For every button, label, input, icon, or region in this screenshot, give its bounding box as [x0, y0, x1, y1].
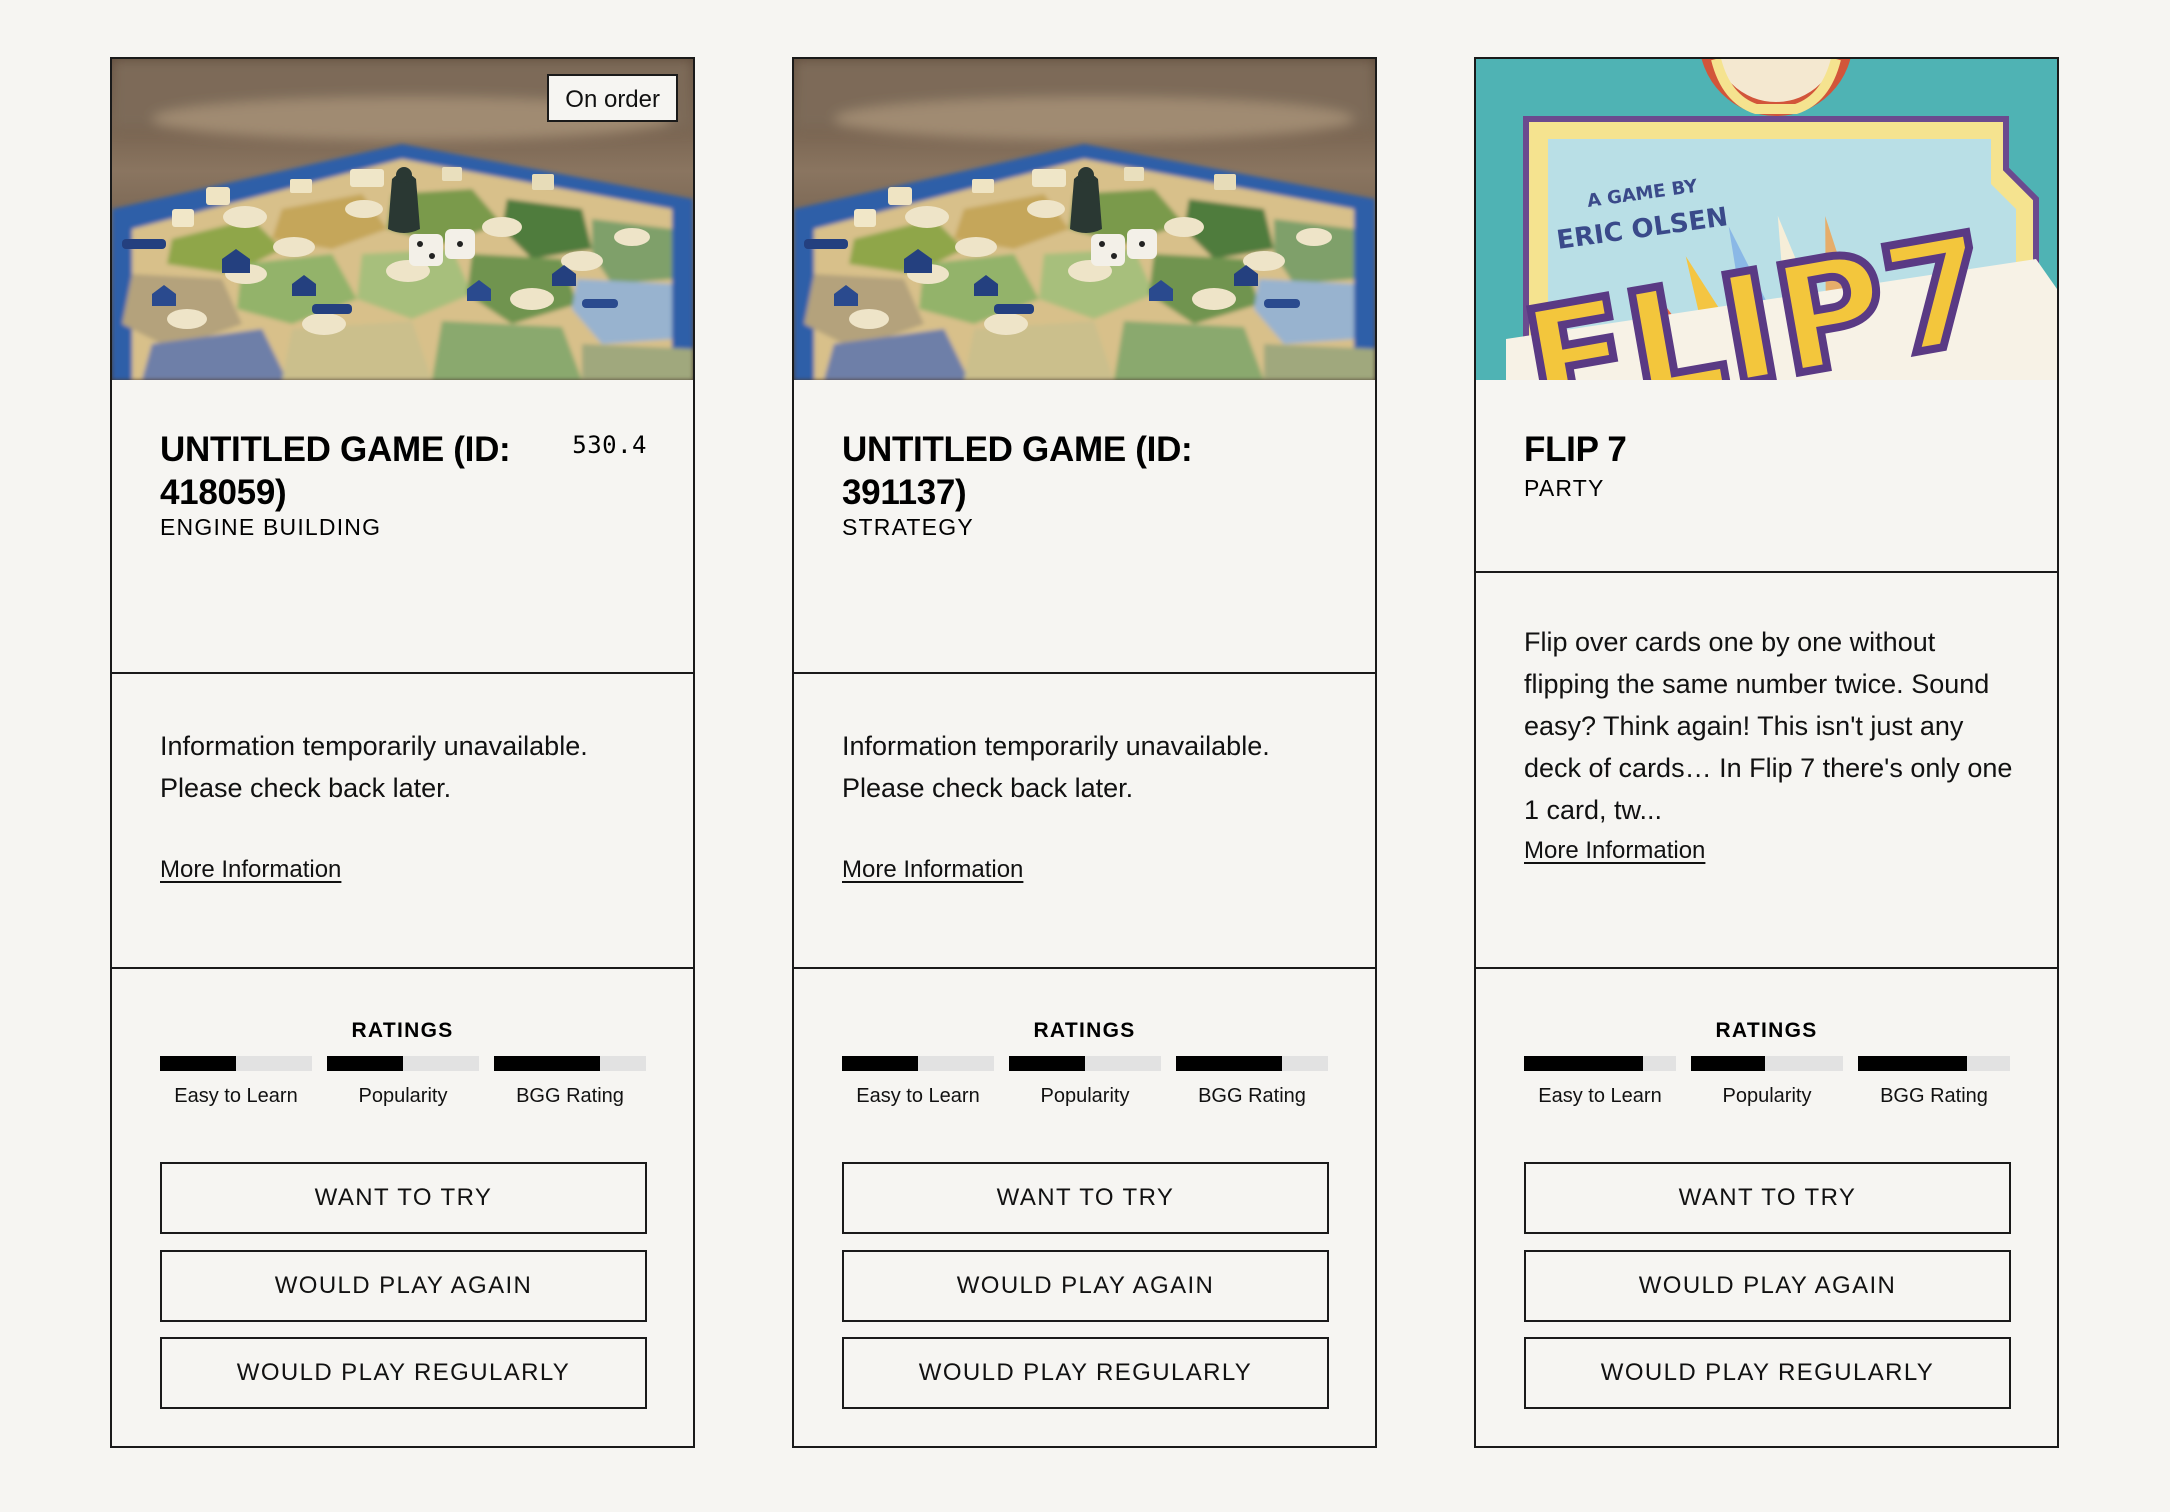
want-to-try-button[interactable]: WANT TO TRY	[1524, 1162, 2011, 1234]
rating-label: BGG Rating	[516, 1085, 624, 1107]
game-title: UNTITLED GAME (ID: 418059)	[160, 430, 511, 512]
description-section: Information temporarily unavailable. Ple…	[112, 674, 693, 969]
more-information-link[interactable]: More Information	[1524, 837, 1705, 865]
rating-label: Easy to Learn	[856, 1085, 980, 1107]
rating-bar-fill	[1176, 1056, 1283, 1071]
card-header: UNTITLED GAME (ID: 418059) ENGINE BUILDI…	[112, 380, 693, 674]
rating-bgg: BGG Rating	[1176, 1056, 1328, 1108]
rating-label: Popularity	[1040, 1085, 1130, 1107]
want-to-try-button[interactable]: WANT TO TRY	[842, 1162, 1329, 1234]
rating-popularity: Popularity	[1009, 1056, 1161, 1108]
rating-bar-fill	[327, 1056, 403, 1071]
rating-label: BGG Rating	[1880, 1085, 1988, 1107]
rating-bar	[160, 1056, 312, 1071]
ratings-section: RATINGS Easy to Learn Popularity BGG Rat…	[794, 969, 1375, 1446]
would-play-regularly-button[interactable]: WOULD PLAY REGULARLY	[160, 1337, 647, 1409]
game-title: FLIP 7	[1524, 430, 1627, 469]
ratings-title: RATINGS	[351, 1019, 454, 1042]
rating-bar	[327, 1056, 479, 1071]
game-category: ENGINE BUILDING	[160, 514, 382, 540]
rating-label: Popularity	[1722, 1085, 1812, 1107]
rating-bar	[1009, 1056, 1161, 1071]
game-image[interactable]	[794, 59, 1375, 380]
rating-bar	[1524, 1056, 1676, 1071]
game-card: UNTITLED GAME (ID: 391137) STRATEGY Info…	[792, 57, 1377, 1448]
would-play-regularly-button[interactable]: WOULD PLAY REGULARLY	[1524, 1337, 2011, 1409]
more-information-link[interactable]: More Information	[160, 856, 341, 884]
rating-label: Easy to Learn	[1538, 1085, 1662, 1107]
rating-bar	[494, 1056, 646, 1071]
rating-easy-to-learn: Easy to Learn	[842, 1056, 994, 1108]
rating-easy-to-learn: Easy to Learn	[1524, 1056, 1676, 1108]
game-title: UNTITLED GAME (ID: 391137)	[842, 430, 1193, 512]
game-score: 530.4	[572, 431, 647, 459]
rating-bar	[1176, 1056, 1328, 1071]
game-category: PARTY	[1524, 475, 1605, 501]
rating-bar	[1858, 1056, 2010, 1071]
rating-bar-fill	[1858, 1056, 1968, 1071]
rating-popularity: Popularity	[1691, 1056, 1843, 1108]
rating-bar	[842, 1056, 994, 1071]
rating-bar-fill	[1524, 1056, 1643, 1071]
rating-easy-to-learn: Easy to Learn	[160, 1056, 312, 1108]
more-information-link[interactable]: More Information	[842, 856, 1023, 884]
rating-label: BGG Rating	[1198, 1085, 1306, 1107]
would-play-again-button[interactable]: WOULD PLAY AGAIN	[1524, 1250, 2011, 1322]
rating-bar	[1691, 1056, 1843, 1071]
rating-label: Easy to Learn	[174, 1085, 298, 1107]
would-play-again-button[interactable]: WOULD PLAY AGAIN	[842, 1250, 1329, 1322]
game-card: A GAME BY ERIC OLSEN FLIP7 FLIP 7 PARTY …	[1474, 57, 2059, 1448]
want-to-try-button[interactable]: WANT TO TRY	[160, 1162, 647, 1234]
game-image[interactable]: A GAME BY ERIC OLSEN FLIP7	[1476, 59, 2057, 380]
game-description: Flip over cards one by one without flipp…	[1524, 627, 2013, 825]
game-image[interactable]: On order	[112, 59, 693, 380]
would-play-regularly-button[interactable]: WOULD PLAY REGULARLY	[842, 1337, 1329, 1409]
rating-bar-fill	[1691, 1056, 1766, 1071]
rating-bgg: BGG Rating	[1858, 1056, 2010, 1108]
rating-popularity: Popularity	[327, 1056, 479, 1108]
game-description: Information temporarily unavailable. Ple…	[160, 731, 588, 803]
rating-bar-fill	[494, 1056, 601, 1071]
ratings-section: RATINGS Easy to Learn Popularity BGG Rat…	[1476, 969, 2057, 1446]
board-game-photo	[794, 59, 1375, 380]
rating-label: Popularity	[358, 1085, 448, 1107]
rating-bar-fill	[842, 1056, 918, 1071]
rating-bgg: BGG Rating	[494, 1056, 646, 1108]
description-section: Information temporarily unavailable. Ple…	[794, 674, 1375, 969]
card-header: UNTITLED GAME (ID: 391137) STRATEGY	[794, 380, 1375, 674]
game-description: Information temporarily unavailable. Ple…	[842, 731, 1270, 803]
game-card: On order UNTITLED GAME (ID: 418059) ENGI…	[110, 57, 695, 1448]
rating-bar-fill	[1009, 1056, 1085, 1071]
ratings-title: RATINGS	[1715, 1019, 1818, 1042]
rating-bar-fill	[160, 1056, 236, 1071]
ratings-title: RATINGS	[1033, 1019, 1136, 1042]
game-category: STRATEGY	[842, 514, 974, 540]
card-header: FLIP 7 PARTY	[1476, 380, 2057, 573]
flip-7-box-art: A GAME BY ERIC OLSEN FLIP7	[1476, 59, 2057, 380]
ratings-section: RATINGS Easy to Learn Popularity BGG Rat…	[112, 969, 693, 1446]
description-section: Flip over cards one by one without flipp…	[1476, 573, 2057, 969]
status-badge: On order	[547, 74, 678, 122]
would-play-again-button[interactable]: WOULD PLAY AGAIN	[160, 1250, 647, 1322]
